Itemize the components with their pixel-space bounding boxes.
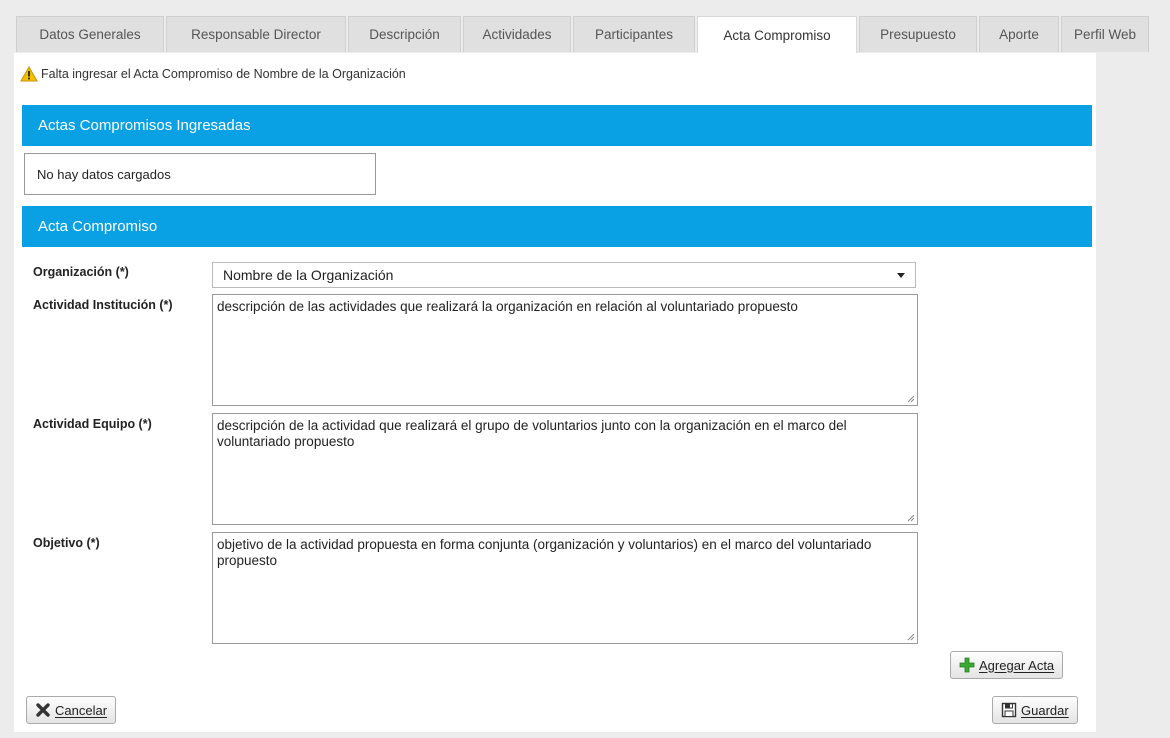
agregar-acta-label: Agregar Acta bbox=[979, 657, 1055, 673]
tab-datos-generales[interactable]: Datos Generales bbox=[16, 16, 164, 52]
right-margin bbox=[1096, 53, 1170, 732]
resize-grip-icon[interactable] bbox=[907, 395, 915, 403]
actividad-equipo-textarea[interactable]: descripción de la actividad que realizar… bbox=[212, 413, 918, 525]
tab-participantes[interactable]: Participantes bbox=[573, 16, 695, 52]
organizacion-select[interactable]: Nombre de la Organización bbox=[212, 262, 916, 288]
tab-acta-compromiso[interactable]: Acta Compromiso bbox=[697, 16, 857, 54]
chevron-down-icon bbox=[897, 273, 905, 278]
organizacion-label: Organización (*) bbox=[33, 265, 129, 279]
actividad-institucion-value: descripción de las actividades que reali… bbox=[217, 299, 798, 314]
resize-grip-icon[interactable] bbox=[907, 633, 915, 641]
save-icon bbox=[1001, 702, 1017, 718]
tab-presupuesto[interactable]: Presupuesto bbox=[859, 16, 977, 52]
empty-text: No hay datos cargados bbox=[37, 166, 171, 182]
acta-compromiso-panel: Falta ingresar el Acta Compromiso de Nom… bbox=[14, 53, 1096, 732]
plus-icon bbox=[959, 657, 975, 673]
tab-descripcion[interactable]: Descripción bbox=[348, 16, 461, 52]
tab-perfil-web[interactable]: Perfil Web bbox=[1061, 16, 1149, 52]
guardar-button[interactable]: Guardar bbox=[992, 696, 1078, 724]
warning-text: Falta ingresar el Acta Compromiso de Nom… bbox=[41, 67, 406, 81]
warning-message: Falta ingresar el Acta Compromiso de Nom… bbox=[20, 66, 406, 82]
tab-actividades[interactable]: Actividades bbox=[463, 16, 571, 52]
tab-aporte[interactable]: Aporte bbox=[979, 16, 1059, 52]
actividad-equipo-label: Actividad Equipo (*) bbox=[33, 417, 152, 431]
actas-ingresadas-header: Actas Compromisos Ingresadas bbox=[22, 105, 1092, 146]
organizacion-selected-value: Nombre de la Organización bbox=[223, 267, 394, 283]
acta-compromiso-title: Acta Compromiso bbox=[38, 218, 158, 235]
objetivo-textarea[interactable]: objetivo de la actividad propuesta en fo… bbox=[212, 532, 918, 644]
objetivo-value: objetivo de la actividad propuesta en fo… bbox=[217, 537, 872, 568]
cancelar-label: Cancelar bbox=[55, 702, 108, 718]
tab-bar: Datos Generales Responsable Director Des… bbox=[16, 16, 1170, 54]
agregar-acta-button[interactable]: Agregar Acta bbox=[950, 651, 1064, 679]
actividad-institucion-label: Actividad Institución (*) bbox=[33, 298, 173, 312]
warning-icon bbox=[20, 66, 38, 82]
resize-grip-icon[interactable] bbox=[907, 514, 915, 522]
actas-empty-message: No hay datos cargados bbox=[24, 153, 376, 195]
actas-ingresadas-title: Actas Compromisos Ingresadas bbox=[38, 117, 251, 134]
tab-responsable-director[interactable]: Responsable Director bbox=[166, 16, 346, 52]
close-icon bbox=[36, 703, 50, 717]
acta-compromiso-header: Acta Compromiso bbox=[22, 206, 1092, 247]
actividad-equipo-value: descripción de la actividad que realizar… bbox=[217, 418, 847, 449]
cancelar-button[interactable]: Cancelar bbox=[26, 696, 117, 724]
guardar-label: Guardar bbox=[1021, 702, 1069, 718]
objetivo-label: Objetivo (*) bbox=[33, 536, 100, 550]
actividad-institucion-textarea[interactable]: descripción de las actividades que reali… bbox=[212, 294, 918, 406]
